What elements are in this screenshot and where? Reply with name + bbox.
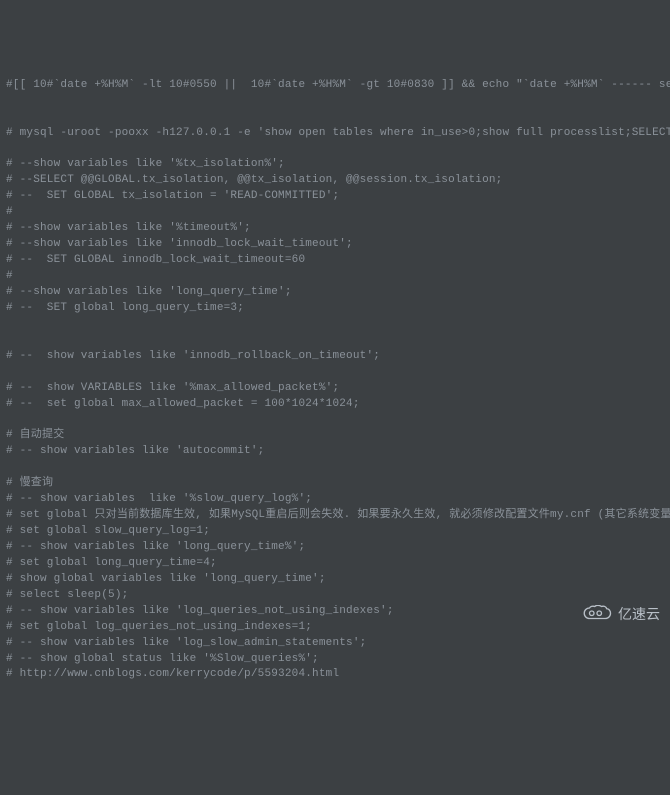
code-line: # set global log_queries_not_using_index… [6, 620, 664, 636]
code-line: # --show variables like '%timeout%'; [6, 221, 664, 237]
code-block: #[[ 10#`date +%H%M` -lt 10#0550 || 10#`d… [6, 78, 664, 684]
code-line [6, 142, 664, 158]
code-line: # -- show variables like 'autocommit'; [6, 444, 664, 460]
code-line [6, 460, 664, 476]
watermark: 亿速云 [582, 604, 660, 624]
code-line [6, 317, 664, 333]
code-line: #[[ 10#`date +%H%M` -lt 10#0550 || 10#`d… [6, 78, 664, 94]
code-line: # select sleep(5); [6, 588, 664, 604]
code-line: # -- SET GLOBAL innodb_lock_wait_timeout… [6, 253, 664, 269]
code-line: # -- show VARIABLES like '%max_allowed_p… [6, 381, 664, 397]
code-line: # --SELECT @@GLOBAL.tx_isolation, @@tx_i… [6, 173, 664, 189]
code-line [6, 412, 664, 428]
watermark-text: 亿速云 [618, 604, 660, 624]
code-line: # -- show variables like 'log_queries_no… [6, 604, 664, 620]
code-line [6, 365, 664, 381]
code-line: # -- show variables like 'log_slow_admin… [6, 636, 664, 652]
code-line: # -- show variables like '%slow_query_lo… [6, 492, 664, 508]
code-line: # -- show variables like 'long_query_tim… [6, 540, 664, 556]
code-line: # --show variables like '%tx_isolation%'… [6, 157, 664, 173]
code-line: # -- show variables like 'innodb_rollbac… [6, 349, 664, 365]
code-line: # [6, 205, 664, 221]
code-line: # http://www.cnblogs.com/kerrycode/p/559… [6, 667, 664, 683]
code-line: # set global slow_query_log=1; [6, 524, 664, 540]
code-line: # set global long_query_time=4; [6, 556, 664, 572]
code-line: # show global variables like 'long_query… [6, 572, 664, 588]
code-line: # -- SET GLOBAL tx_isolation = 'READ-COM… [6, 189, 664, 205]
code-line: # 自动提交 [6, 428, 664, 444]
code-line [6, 110, 664, 126]
code-line: # -- SET global long_query_time=3; [6, 301, 664, 317]
cloud-icon [582, 605, 612, 623]
code-line: # set global 只对当前数据库生效, 如果MySQL重启后则会失效. … [6, 508, 664, 524]
code-line: # mysql -uroot -pooxx -h127.0.0.1 -e 'sh… [6, 126, 664, 142]
code-line: # 慢查询 [6, 476, 664, 492]
code-line [6, 94, 664, 110]
code-line: # --show variables like 'innodb_lock_wai… [6, 237, 664, 253]
code-line: # --show variables like 'long_query_time… [6, 285, 664, 301]
code-line [6, 333, 664, 349]
code-line: # [6, 269, 664, 285]
code-line: # -- show global status like '%Slow_quer… [6, 652, 664, 668]
code-line: # -- set global max_allowed_packet = 100… [6, 397, 664, 413]
